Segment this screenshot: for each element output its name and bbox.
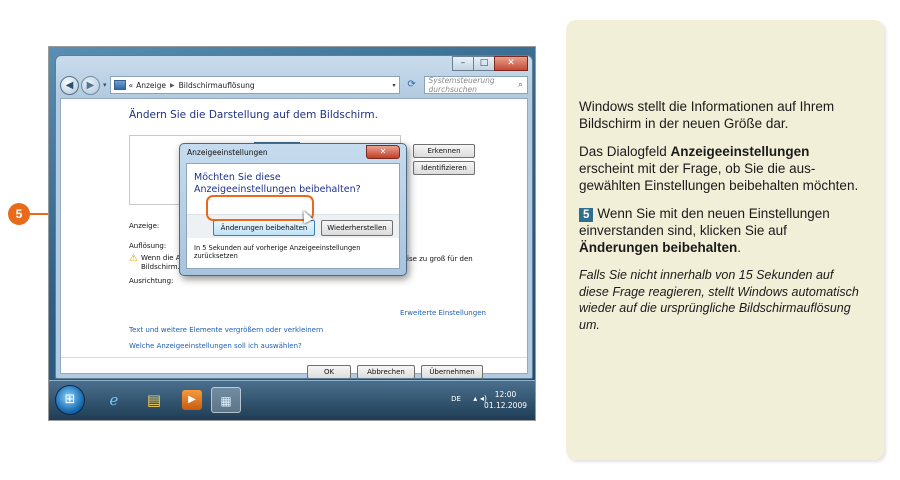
start-orb-icon[interactable]: ⊞ [55, 385, 85, 415]
dialog-title: Anzeigeeinstellungen [187, 148, 268, 157]
forward-arrow-icon[interactable]: ▶ [81, 75, 100, 95]
p3-text-pre: Wenn Sie mit den neuen Einstellun­gen ei… [579, 206, 830, 238]
close-icon[interactable]: ✕ [494, 56, 528, 71]
taskbar: ⊞ ℯ ▤ ▶ ▦ DE ▴ ◂) 12:00 01.12.2009 [49, 380, 535, 420]
keep-changes-button[interactable]: Änderungen beibehalten [213, 220, 315, 236]
breadcrumb-anzeige[interactable]: Anzeige [136, 81, 166, 90]
countdown-note: In 5 Sekunden auf vorherige Anzeigeeinst… [194, 244, 360, 260]
minimize-icon[interactable]: – [452, 56, 474, 71]
history-dropdown-icon[interactable]: ▾ [103, 81, 107, 89]
dialog-question: Möchten Sie diese Anzeigeeinstellungen b… [194, 172, 361, 195]
warning-icon: ⚠ [129, 253, 138, 264]
step-number-badge: 5 [8, 203, 30, 225]
clock-date: 01.12.2009 [484, 401, 527, 410]
step-number-inline: 5 [579, 208, 594, 222]
navigation-bar: ◀ ▶ ▾ « Anzeige ▶ Bildschirmauflösung ▾ … [60, 74, 528, 96]
search-icon[interactable]: ⌕ [518, 80, 523, 90]
control-panel-icon [113, 80, 126, 90]
countdown-line1: In 5 Sekunden auf vorherige Anzeigeeinst… [194, 244, 361, 252]
which-settings-link[interactable]: Welche Anzeigeeinstellungen soll ich aus… [129, 342, 302, 350]
p2-text-post: erscheint mit der Frage, ob Sie die aus­… [579, 161, 859, 193]
cancel-button[interactable]: Abbrechen [357, 365, 415, 378]
language-indicator[interactable]: DE [451, 395, 461, 403]
search-input[interactable]: Systemsteuerung durchsuchen ⌕ [423, 76, 528, 94]
p2-text-pre: Das Dialogfeld [579, 144, 671, 159]
countdown-line2: zurücksetzen [194, 252, 238, 260]
clock-time: 12:00 [494, 390, 517, 399]
display-label: Anzeige: [129, 222, 160, 230]
detect-button[interactable]: Erkennen [413, 144, 475, 158]
resolution-warning: ⚠ Wenn die A Bildschirm. [129, 254, 181, 272]
page-title: Ändern Sie die Darstellung auf dem Bilds… [129, 109, 378, 121]
warning-text-right: ise zu groß für den [407, 255, 473, 263]
address-dropdown-icon[interactable]: ▾ [393, 82, 396, 89]
breadcrumb-aufloesung[interactable]: Bildschirmauflösung [179, 81, 255, 90]
explanation-panel: Windows stellt die Informationen auf Ihr… [566, 20, 884, 460]
maximize-icon[interactable]: □ [473, 56, 495, 71]
ok-button[interactable]: OK [307, 365, 351, 378]
p2-text-bold: Anzeigeeinstellungen [670, 144, 810, 159]
panel-paragraph-2: Das Dialogfeld Anzeigeeinstellungen ersc… [579, 143, 862, 194]
refresh-icon[interactable]: ⟳ [403, 76, 421, 94]
panel-paragraph-1: Windows stellt die Informationen auf Ihr… [579, 99, 835, 131]
panel-paragraph-4: Falls Sie nicht innerhalb von 15 Sekunde… [579, 268, 859, 332]
breadcrumb-prefix: « [128, 80, 134, 90]
keep-button-highlight [206, 195, 314, 221]
screenshot-frame: – □ ✕ ◀ ▶ ▾ « Anzeige ▶ Bildschirmauflös… [48, 46, 536, 421]
text-size-link[interactable]: Text und weitere Elemente vergrößern ode… [129, 326, 323, 334]
control-panel-taskbar-icon[interactable]: ▦ [211, 387, 241, 413]
dialog-close-icon[interactable]: ✕ [366, 145, 400, 159]
back-arrow-icon[interactable]: ◀ [60, 75, 79, 95]
identify-button[interactable]: Identifizieren [413, 161, 475, 175]
p3-text-bold: Änderungen beibehalten [579, 240, 738, 255]
advanced-settings-link[interactable]: Erweiterte Einstellungen [400, 309, 486, 317]
address-bar[interactable]: « Anzeige ▶ Bildschirmauflösung ▾ [109, 76, 400, 94]
breadcrumb-separator-icon: ▶ [170, 81, 175, 89]
divider [61, 357, 527, 358]
resolution-label: Auflösung: [129, 242, 167, 250]
panel-paragraph-3: 5 Wenn Sie mit den neuen Einstellun­gen e… [579, 205, 862, 256]
orientation-label: Ausrichtung: [129, 277, 174, 285]
warning-text-line1: Wenn die A [140, 254, 181, 262]
revert-button[interactable]: Wiederherstellen [321, 220, 393, 236]
warning-text-line2: Bildschirm. [140, 263, 180, 271]
search-placeholder: Systemsteuerung durchsuchen [428, 76, 495, 94]
apply-button[interactable]: Übernehmen [421, 365, 483, 378]
p3-text-post: . [737, 240, 742, 255]
explorer-folder-icon[interactable]: ▤ [139, 387, 169, 413]
media-player-icon[interactable]: ▶ [182, 390, 202, 410]
window-caption-buttons: – □ ✕ [452, 56, 528, 71]
internet-explorer-icon[interactable]: ℯ [99, 387, 129, 413]
clock[interactable]: 12:00 01.12.2009 [484, 389, 527, 411]
